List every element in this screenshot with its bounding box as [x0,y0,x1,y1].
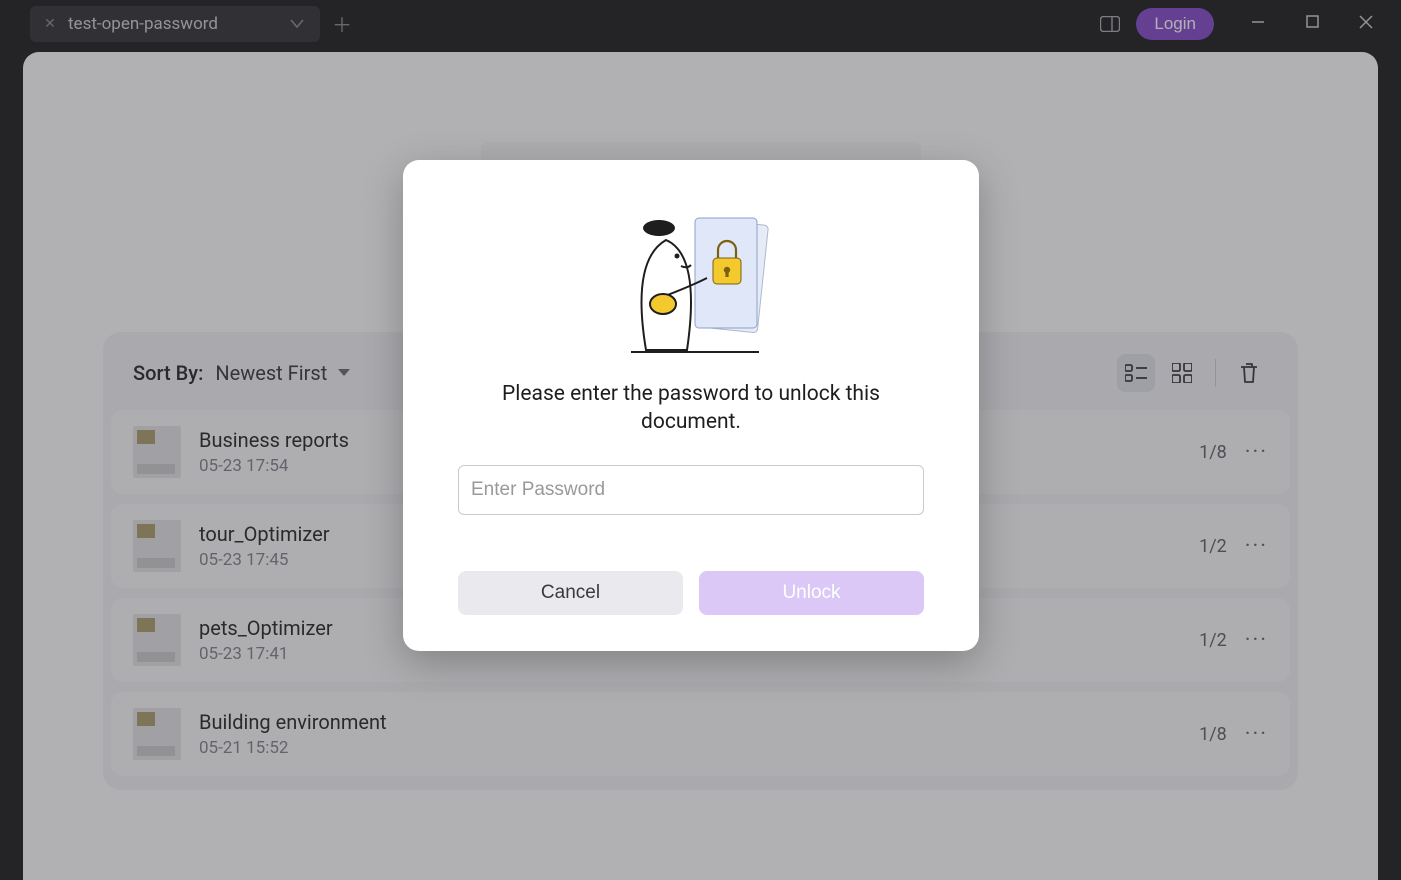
modal-message: Please enter the password to unlock this… [439,380,943,437]
modal-buttons: Cancel Unlock [458,571,924,615]
modal-illustration [591,200,791,360]
unlock-button[interactable]: Unlock [699,571,924,615]
password-input[interactable] [458,465,924,515]
cancel-button[interactable]: Cancel [458,571,683,615]
password-modal: Please enter the password to unlock this… [403,160,979,651]
